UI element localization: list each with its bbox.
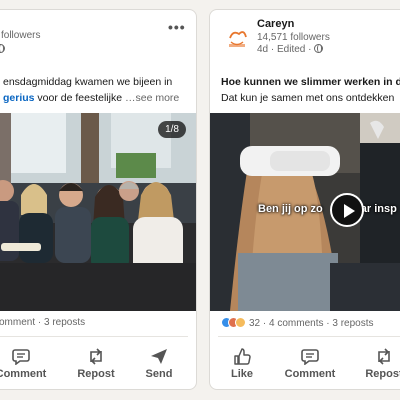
repost-button[interactable]: Repost [66,348,126,380]
post-meta: 4d · Edited · [257,44,324,55]
repost-icon [90,348,102,365]
post-text-line-2: Dat kun je samen met ons ontdekken [221,92,395,104]
social-counts[interactable]: 32 · 4 comments · 3 reposts [221,317,374,329]
like-button[interactable]: Like [212,348,272,380]
more-options-icon[interactable]: ••• [168,19,186,35]
see-more-link[interactable]: …see more [125,90,179,106]
image-counter: 1/8 [158,121,186,138]
repost-label: Repost [77,368,115,380]
comment-label: Comment [0,368,47,380]
comment-icon [12,349,30,365]
reaction-count: 32 [249,318,261,329]
send-button[interactable]: Send [129,348,189,380]
action-bar: Comment Repost Send [0,348,196,384]
post-card-right: Careyn 14,571 followers 4d · Edited · Ho… [209,9,400,390]
post-text-line-1: Hoe kunnen we slimmer werken in de ouc [221,76,400,88]
post-video[interactable]: Ben jij op zo ar insp [210,113,400,311]
globe-icon [314,44,324,53]
send-icon [151,349,167,364]
social-counts[interactable]: omment · 3 reposts [0,317,85,328]
repost-button[interactable]: Repost [354,348,400,380]
post-image[interactable]: 1/8 [0,113,196,311]
divider [218,336,400,337]
video-caption: Ben jij op zo ar insp [258,203,397,215]
send-label: Send [145,368,173,380]
like-label: Like [230,368,253,380]
comment-repost-counts: · 4 comments · 3 reposts [260,318,374,329]
post-header: followers ••• [0,10,196,70]
action-bar: Like Comment Repost [210,348,400,384]
follower-count: followers [1,30,41,41]
post-header: Careyn 14,571 followers 4d · Edited · [210,10,400,70]
like-icon [234,348,251,365]
post-meta-text: 4d · Edited · [257,44,315,55]
comment-button[interactable]: Comment [0,348,51,380]
repost-icon [378,348,390,365]
video-caption-end: ar insp [360,203,397,215]
follower-count: 14,571 followers [257,32,330,43]
post-text-line-1: ensdagmiddag kwamen we bijeen in [3,76,173,88]
comment-label: Comment [284,368,336,380]
post-text-link[interactable]: gerius [3,92,35,104]
divider [0,336,188,337]
play-button[interactable] [330,193,364,227]
post-text: Hoe kunnen we slimmer werken in de ouc D… [221,74,400,106]
company-logo[interactable] [222,25,252,55]
globe-icon [0,44,5,53]
repost-label: Repost [365,368,400,380]
video-caption-start: Ben jij op zo [258,203,323,215]
post-text-line-2: voor de feestelijke [34,92,123,104]
author-name[interactable]: Careyn [257,18,294,30]
post-card-left: followers ••• ensdagmiddag kwamen we bij… [0,9,197,390]
comment-button[interactable]: Comment [280,348,340,380]
comment-icon [301,349,319,365]
celebrate-reaction-icon [235,317,246,328]
audience-photo [0,113,196,311]
